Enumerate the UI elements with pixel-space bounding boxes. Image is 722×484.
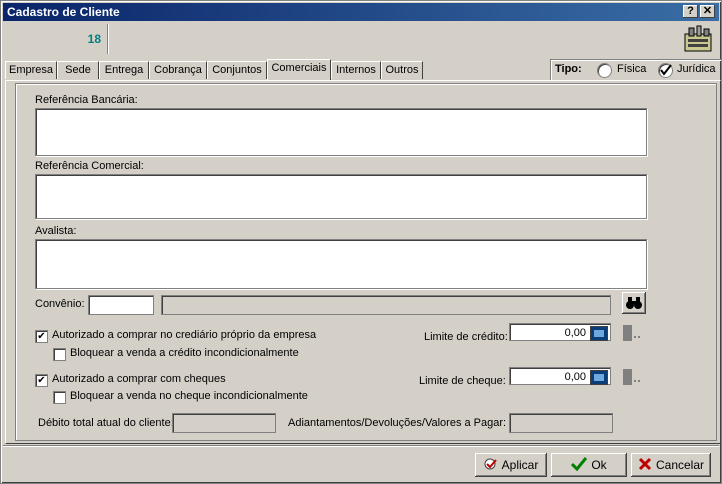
cheque-history-button[interactable] (621, 368, 640, 386)
apply-icon (484, 458, 497, 470)
bloquear-cheque-checkbox[interactable] (53, 391, 66, 404)
autorizado-crediario-checkbox[interactable]: ✔ (35, 330, 48, 343)
close-button[interactable]: ✕ (700, 5, 715, 18)
history-icon (623, 325, 640, 341)
ok-button[interactable]: Ok (551, 453, 627, 477)
convenio-label: Convênio: (35, 298, 85, 310)
radio-fisica[interactable] (597, 63, 612, 78)
limite-credito-input[interactable]: 0,00 (509, 323, 611, 341)
limite-cheque-value: 0,00 (564, 371, 586, 383)
tab-empresa[interactable]: Empresa (5, 61, 57, 79)
history-icon (623, 369, 640, 385)
tab-entrega[interactable]: Entrega (99, 61, 149, 79)
autorizado-cheques-label: Autorizado a comprar com cheques (52, 373, 226, 385)
adiantamentos-label: Adiantamentos/Devoluções/Valores a Pagar… (288, 417, 507, 429)
limite-credito-value: 0,00 (564, 327, 586, 339)
tab-sede[interactable]: Sede (57, 61, 99, 79)
autorizado-crediario-label: Autorizado a comprar no crediário própri… (52, 329, 317, 341)
tab-conjuntos[interactable]: Conjuntos (207, 61, 267, 79)
calculator-icon[interactable] (590, 326, 608, 341)
debito-value (172, 413, 276, 433)
convenio-description (161, 295, 611, 315)
fisica-label: Física (617, 63, 647, 75)
dialog-window: Cadastro de Cliente ? ✕ 18 Empresa Sede … (0, 0, 722, 484)
tab-comerciais[interactable]: Comerciais (267, 59, 331, 80)
check-icon (660, 64, 672, 76)
binoculars-icon (626, 297, 642, 309)
ref-bancaria-label: Referência Bancária: (35, 94, 138, 106)
footer-separator (3, 445, 719, 446)
comerciais-panel: Referência Bancária: Referência Comercia… (15, 83, 717, 441)
juridica-label: Jurídica (677, 63, 716, 75)
tab-cobranca[interactable]: Cobrança (149, 61, 207, 79)
cancelar-button[interactable]: Cancelar (631, 453, 711, 477)
convenio-code-input[interactable] (88, 295, 154, 315)
record-id-box: 18 (7, 24, 108, 54)
title-bar: Cadastro de Cliente ? ✕ (3, 3, 719, 21)
ref-comercial-input[interactable] (35, 174, 647, 219)
toolbox-icon[interactable] (683, 24, 713, 54)
bloquear-cheque-label: Bloquear a venda no cheque incondicional… (70, 390, 308, 402)
avalista-label: Avalista: (35, 225, 77, 237)
tipo-group: Tipo: Física Jurídica (550, 59, 722, 81)
cancelar-label: Cancelar (655, 458, 705, 472)
aplicar-label: Aplicar (501, 458, 539, 472)
debito-label: Débito total atual do cliente: (38, 417, 174, 429)
adiantamentos-value (509, 413, 613, 433)
record-header: 18 (3, 22, 719, 58)
search-convenio-button[interactable] (622, 292, 646, 314)
checkmark-icon (571, 457, 588, 472)
calculator-icon[interactable] (590, 370, 608, 385)
bloquear-credito-checkbox[interactable] (53, 348, 66, 361)
limite-cheque-label: Limite de cheque: (419, 375, 506, 387)
limite-cheque-input[interactable]: 0,00 (509, 367, 611, 385)
x-icon (638, 457, 652, 471)
window-title: Cadastro de Cliente (7, 5, 120, 19)
tab-outros[interactable]: Outros (381, 61, 423, 79)
avalista-input[interactable] (35, 239, 647, 289)
record-id: 18 (87, 32, 101, 46)
ref-bancaria-input[interactable] (35, 108, 647, 156)
bloquear-credito-label: Bloquear a venda a crédito incondicional… (70, 347, 299, 359)
ok-label: Ok (591, 458, 607, 472)
help-button[interactable]: ? (683, 5, 698, 18)
tab-internos[interactable]: Internos (331, 61, 381, 79)
credit-history-button[interactable] (621, 324, 640, 342)
radio-juridica[interactable] (658, 63, 673, 78)
aplicar-button[interactable]: Aplicar (475, 453, 547, 477)
limite-credito-label: Limite de crédito: (424, 331, 508, 343)
tipo-label: Tipo: (555, 63, 582, 75)
autorizado-cheques-checkbox[interactable]: ✔ (35, 374, 48, 387)
ref-comercial-label: Referência Comercial: (35, 160, 144, 172)
